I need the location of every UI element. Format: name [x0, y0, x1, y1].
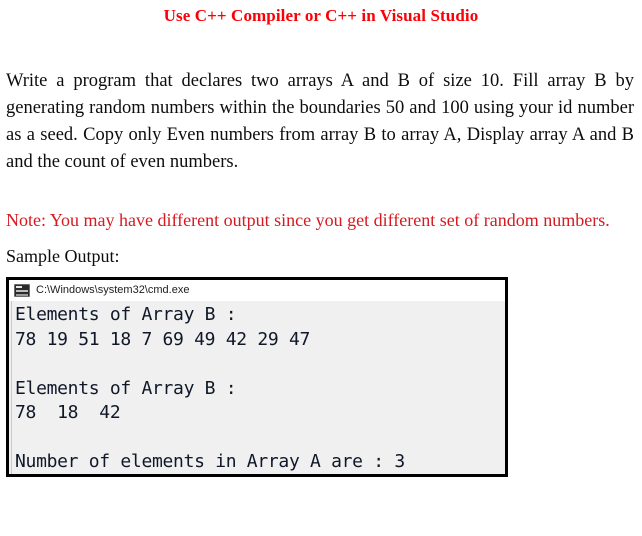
console-line-2: 78 19 51 18 7 69 49 42 29 47: [15, 328, 311, 350]
document-page: Use C++ Compiler or C++ in Visual Studio…: [0, 0, 642, 536]
console-titlebar: C:\Windows\system32\cmd.exe: [9, 280, 505, 301]
console-output-area: Elements of Array B : 78 19 51 18 7 69 4…: [9, 301, 505, 474]
console-line-7: Number of elements in Array A are : 3: [15, 451, 405, 472]
cmd-icon: [14, 284, 30, 297]
console-line-3: [9, 352, 505, 377]
assignment-description-text: Write a program that declares two arrays…: [6, 71, 634, 172]
console-title-text: C:\Windows\system32\cmd.exe: [36, 284, 190, 296]
assignment-description: Write a program that declares two arrays…: [6, 68, 634, 176]
console-window: C:\Windows\system32\cmd.exe Elements of …: [6, 277, 508, 477]
console-line-4: Elements of Array B :: [15, 377, 237, 399]
page-title: Use C++ Compiler or C++ in Visual Studio: [163, 6, 479, 25]
console-left-rule: [11, 301, 12, 474]
console-line-8: Press any key to continue . . .: [9, 475, 505, 478]
console-line-6: [9, 426, 505, 451]
console-line-5: 78 18 42: [15, 402, 121, 423]
sample-output-label: Sample Output:: [6, 246, 120, 266]
console-line-1: Elements of Array B :: [15, 304, 237, 325]
note-text: Note: You may have different output sinc…: [6, 210, 610, 230]
